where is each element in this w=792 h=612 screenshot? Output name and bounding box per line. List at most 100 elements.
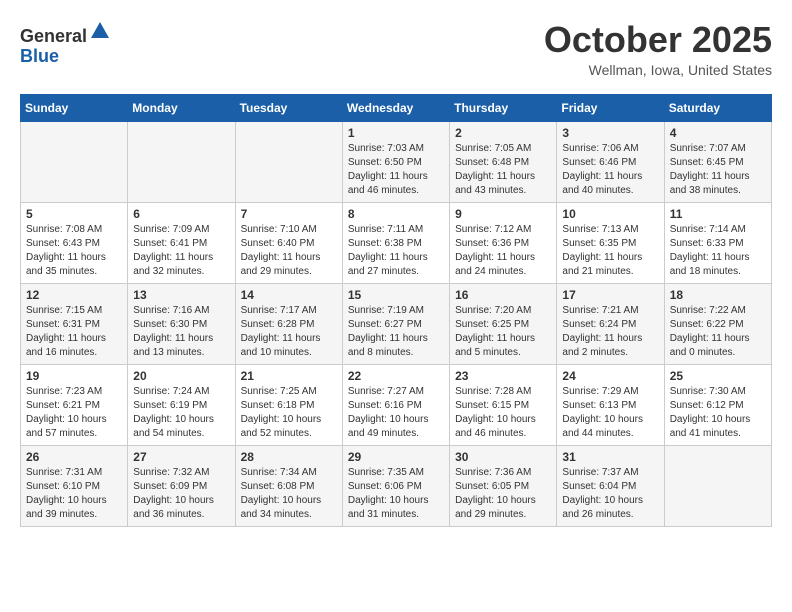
weekday-header-sunday: Sunday: [21, 94, 128, 121]
calendar-cell: 24 Sunrise: 7:29 AM Sunset: 6:13 PM Dayli…: [557, 364, 664, 445]
day-number: 1: [348, 126, 444, 140]
day-number: 13: [133, 288, 229, 302]
day-number: 19: [26, 369, 122, 383]
day-number: 26: [26, 450, 122, 464]
calendar-cell: 10 Sunrise: 7:13 AM Sunset: 6:35 PM Dayli…: [557, 202, 664, 283]
calendar-cell: [664, 445, 771, 526]
logo-general-text: General: [20, 26, 87, 46]
day-number: 27: [133, 450, 229, 464]
day-info: Sunrise: 7:14 AM Sunset: 6:33 PM Dayligh…: [670, 223, 766, 279]
day-number: 7: [241, 207, 337, 221]
logo: General Blue: [20, 20, 111, 67]
day-info: Sunrise: 7:29 AM Sunset: 6:13 PM Dayligh…: [562, 385, 658, 441]
day-number: 17: [562, 288, 658, 302]
weekday-header-tuesday: Tuesday: [235, 94, 342, 121]
day-number: 18: [670, 288, 766, 302]
day-info: Sunrise: 7:11 AM Sunset: 6:38 PM Dayligh…: [348, 223, 444, 279]
day-number: 22: [348, 369, 444, 383]
day-number: 11: [670, 207, 766, 221]
calendar-cell: 9 Sunrise: 7:12 AM Sunset: 6:36 PM Daylig…: [450, 202, 557, 283]
day-number: 16: [455, 288, 551, 302]
day-info: Sunrise: 7:16 AM Sunset: 6:30 PM Dayligh…: [133, 304, 229, 360]
calendar-cell: 31Sunrise: 7:37 AM Sunset: 6:04 PM Dayli…: [557, 445, 664, 526]
day-number: 31: [562, 450, 658, 464]
calendar-cell: 29Sunrise: 7:35 AM Sunset: 6:06 PM Dayli…: [342, 445, 449, 526]
calendar-cell: [235, 121, 342, 202]
day-info: Sunrise: 7:10 AM Sunset: 6:40 PM Dayligh…: [241, 223, 337, 279]
day-info: Sunrise: 7:20 AM Sunset: 6:25 PM Dayligh…: [455, 304, 551, 360]
day-info: Sunrise: 7:30 AM Sunset: 6:12 PM Dayligh…: [670, 385, 766, 441]
calendar-cell: 2 Sunrise: 7:05 AM Sunset: 6:48 PM Daylig…: [450, 121, 557, 202]
day-number: 15: [348, 288, 444, 302]
day-info: Sunrise: 7:12 AM Sunset: 6:36 PM Dayligh…: [455, 223, 551, 279]
day-number: 24: [562, 369, 658, 383]
day-info: Sunrise: 7:06 AM Sunset: 6:46 PM Dayligh…: [562, 142, 658, 198]
day-info: Sunrise: 7:07 AM Sunset: 6:45 PM Dayligh…: [670, 142, 766, 198]
calendar-cell: 16 Sunrise: 7:20 AM Sunset: 6:25 PM Dayli…: [450, 283, 557, 364]
calendar-cell: [21, 121, 128, 202]
calendar-cell: 4 Sunrise: 7:07 AM Sunset: 6:45 PM Daylig…: [664, 121, 771, 202]
location-text: Wellman, Iowa, United States: [544, 62, 772, 78]
day-info: Sunrise: 7:25 AM Sunset: 6:18 PM Dayligh…: [241, 385, 337, 441]
day-number: 23: [455, 369, 551, 383]
day-number: 10: [562, 207, 658, 221]
day-number: 12: [26, 288, 122, 302]
weekday-header-thursday: Thursday: [450, 94, 557, 121]
calendar-week-2: 5Sunrise: 7:08 AM Sunset: 6:43 PM Daylig…: [21, 202, 772, 283]
day-number: 4: [670, 126, 766, 140]
calendar-cell: 18 Sunrise: 7:22 AM Sunset: 6:22 PM Dayli…: [664, 283, 771, 364]
calendar-cell: 12 Sunrise: 7:15 AM Sunset: 6:31 PM Dayli…: [21, 283, 128, 364]
day-info: Sunrise: 7:36 AM Sunset: 6:05 PM Dayligh…: [455, 466, 551, 522]
page-header: General Blue October 2025 Wellman, Iowa,…: [20, 20, 772, 78]
calendar-cell: 30 Sunrise: 7:36 AM Sunset: 6:05 PM Dayli…: [450, 445, 557, 526]
calendar-cell: 28Sunrise: 7:34 AM Sunset: 6:08 PM Dayli…: [235, 445, 342, 526]
day-number: 8: [348, 207, 444, 221]
day-number: 6: [133, 207, 229, 221]
calendar-week-5: 26 Sunrise: 7:31 AM Sunset: 6:10 PM Dayli…: [21, 445, 772, 526]
day-number: 2: [455, 126, 551, 140]
day-info: Sunrise: 7:19 AM Sunset: 6:27 PM Dayligh…: [348, 304, 444, 360]
day-info: Sunrise: 7:23 AM Sunset: 6:21 PM Dayligh…: [26, 385, 122, 441]
day-number: 9: [455, 207, 551, 221]
calendar-cell: 27 Sunrise: 7:32 AM Sunset: 6:09 PM Dayli…: [128, 445, 235, 526]
day-info: Sunrise: 7:17 AM Sunset: 6:28 PM Dayligh…: [241, 304, 337, 360]
weekday-header-monday: Monday: [128, 94, 235, 121]
weekday-header-friday: Friday: [557, 94, 664, 121]
calendar-week-4: 19 Sunrise: 7:23 AM Sunset: 6:21 PM Dayli…: [21, 364, 772, 445]
weekday-header-saturday: Saturday: [664, 94, 771, 121]
calendar-cell: 15 Sunrise: 7:19 AM Sunset: 6:27 PM Dayli…: [342, 283, 449, 364]
calendar-cell: 3 Sunrise: 7:06 AM Sunset: 6:46 PM Daylig…: [557, 121, 664, 202]
day-info: Sunrise: 7:35 AM Sunset: 6:06 PM Dayligh…: [348, 466, 444, 522]
day-number: 20: [133, 369, 229, 383]
weekday-header-wednesday: Wednesday: [342, 94, 449, 121]
day-number: 28: [241, 450, 337, 464]
day-number: 5: [26, 207, 122, 221]
day-info: Sunrise: 7:09 AM Sunset: 6:41 PM Dayligh…: [133, 223, 229, 279]
calendar-cell: 21Sunrise: 7:25 AM Sunset: 6:18 PM Dayli…: [235, 364, 342, 445]
day-info: Sunrise: 7:32 AM Sunset: 6:09 PM Dayligh…: [133, 466, 229, 522]
calendar-cell: 25Sunrise: 7:30 AM Sunset: 6:12 PM Dayli…: [664, 364, 771, 445]
day-info: Sunrise: 7:22 AM Sunset: 6:22 PM Dayligh…: [670, 304, 766, 360]
calendar-cell: 26 Sunrise: 7:31 AM Sunset: 6:10 PM Dayli…: [21, 445, 128, 526]
calendar-cell: 11 Sunrise: 7:14 AM Sunset: 6:33 PM Dayli…: [664, 202, 771, 283]
calendar-cell: 6 Sunrise: 7:09 AM Sunset: 6:41 PM Daylig…: [128, 202, 235, 283]
calendar-week-1: 1 Sunrise: 7:03 AM Sunset: 6:50 PM Daylig…: [21, 121, 772, 202]
day-info: Sunrise: 7:15 AM Sunset: 6:31 PM Dayligh…: [26, 304, 122, 360]
day-info: Sunrise: 7:31 AM Sunset: 6:10 PM Dayligh…: [26, 466, 122, 522]
day-number: 30: [455, 450, 551, 464]
calendar-cell: 19 Sunrise: 7:23 AM Sunset: 6:21 PM Dayli…: [21, 364, 128, 445]
calendar-cell: 8 Sunrise: 7:11 AM Sunset: 6:38 PM Daylig…: [342, 202, 449, 283]
calendar-week-3: 12 Sunrise: 7:15 AM Sunset: 6:31 PM Dayli…: [21, 283, 772, 364]
day-info: Sunrise: 7:05 AM Sunset: 6:48 PM Dayligh…: [455, 142, 551, 198]
calendar-cell: 17Sunrise: 7:21 AM Sunset: 6:24 PM Dayli…: [557, 283, 664, 364]
calendar-cell: 22Sunrise: 7:27 AM Sunset: 6:16 PM Dayli…: [342, 364, 449, 445]
day-info: Sunrise: 7:03 AM Sunset: 6:50 PM Dayligh…: [348, 142, 444, 198]
logo-blue-text: Blue: [20, 46, 59, 66]
day-number: 3: [562, 126, 658, 140]
day-info: Sunrise: 7:13 AM Sunset: 6:35 PM Dayligh…: [562, 223, 658, 279]
calendar-cell: 20Sunrise: 7:24 AM Sunset: 6:19 PM Dayli…: [128, 364, 235, 445]
day-number: 14: [241, 288, 337, 302]
calendar-cell: 13 Sunrise: 7:16 AM Sunset: 6:30 PM Dayli…: [128, 283, 235, 364]
calendar-cell: 23Sunrise: 7:28 AM Sunset: 6:15 PM Dayli…: [450, 364, 557, 445]
month-title: October 2025: [544, 20, 772, 60]
